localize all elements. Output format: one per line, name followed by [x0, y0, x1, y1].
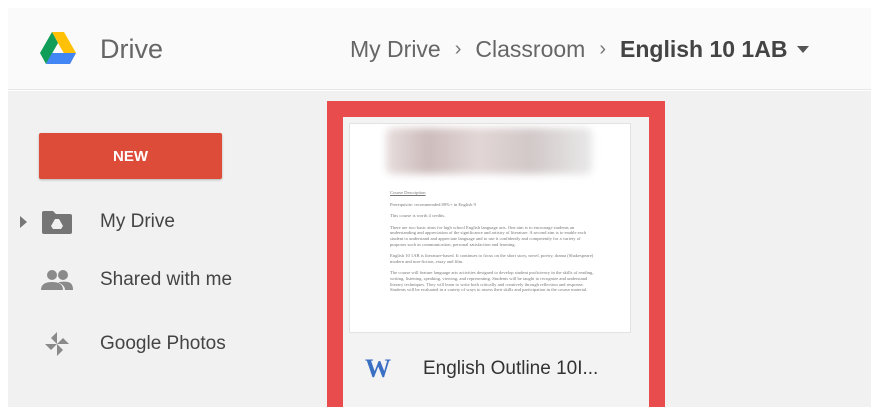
- document-preview-text: Course Description Prerequisite: recomme…: [390, 190, 594, 299]
- pinwheel-icon: [41, 331, 73, 357]
- blurred-header: [386, 128, 592, 174]
- expand-arrow-icon[interactable]: [20, 216, 27, 228]
- file-grid: Course Description Prerequisite: recomme…: [314, 91, 871, 407]
- caret-down-icon[interactable]: [797, 46, 810, 53]
- preview-line: English 10 1AB is literature-based. It c…: [390, 253, 594, 264]
- preview-line: The course will feature language arts ac…: [390, 270, 594, 293]
- chevron-right-icon: ›: [454, 38, 462, 60]
- sidebar-item-my-drive[interactable]: My Drive: [8, 202, 314, 242]
- word-doc-icon: W: [365, 354, 391, 383]
- file-name[interactable]: English Outline 10I...: [423, 358, 598, 380]
- breadcrumb-current-folder[interactable]: English 10 1AB: [620, 36, 787, 63]
- breadcrumb-classroom[interactable]: Classroom: [475, 36, 585, 63]
- breadcrumb-my-drive[interactable]: My Drive: [350, 36, 441, 63]
- people-icon: [41, 267, 73, 293]
- chevron-right-icon: ›: [599, 38, 606, 60]
- file-highlight-frame: Course Description Prerequisite: recomme…: [327, 101, 665, 407]
- app-header: Drive My Drive › Classroom › English 10 …: [8, 8, 871, 90]
- sidebar-item-label: My Drive: [100, 211, 175, 232]
- preview-line: Prerequisite: recommended 80%+ in Englis…: [390, 201, 476, 207]
- preview-line: There are two basic aims for high school…: [390, 224, 587, 247]
- sidebar: NEW My Drive Shared with me Google Photo…: [8, 91, 314, 407]
- sidebar-item-google-photos[interactable]: Google Photos: [8, 324, 314, 364]
- breadcrumb: My Drive › Classroom › English 10 1AB: [350, 36, 810, 63]
- file-card[interactable]: Course Description Prerequisite: recomme…: [343, 117, 649, 407]
- file-thumbnail[interactable]: Course Description Prerequisite: recomme…: [349, 123, 631, 333]
- app-title[interactable]: Drive: [100, 34, 163, 65]
- preview-heading: Course Description: [390, 190, 426, 195]
- sidebar-item-label: Shared with me: [100, 269, 233, 290]
- drive-logo-icon[interactable]: [40, 32, 76, 64]
- sidebar-item-shared-with-me[interactable]: Shared with me: [8, 260, 314, 300]
- preview-line: This course is worth 4 credits.: [390, 213, 446, 219]
- new-button[interactable]: NEW: [39, 133, 222, 179]
- sidebar-item-label: Google Photos: [100, 333, 226, 354]
- file-footer[interactable]: W English Outline 10I...: [343, 337, 649, 401]
- drive-folder-icon: [41, 209, 73, 235]
